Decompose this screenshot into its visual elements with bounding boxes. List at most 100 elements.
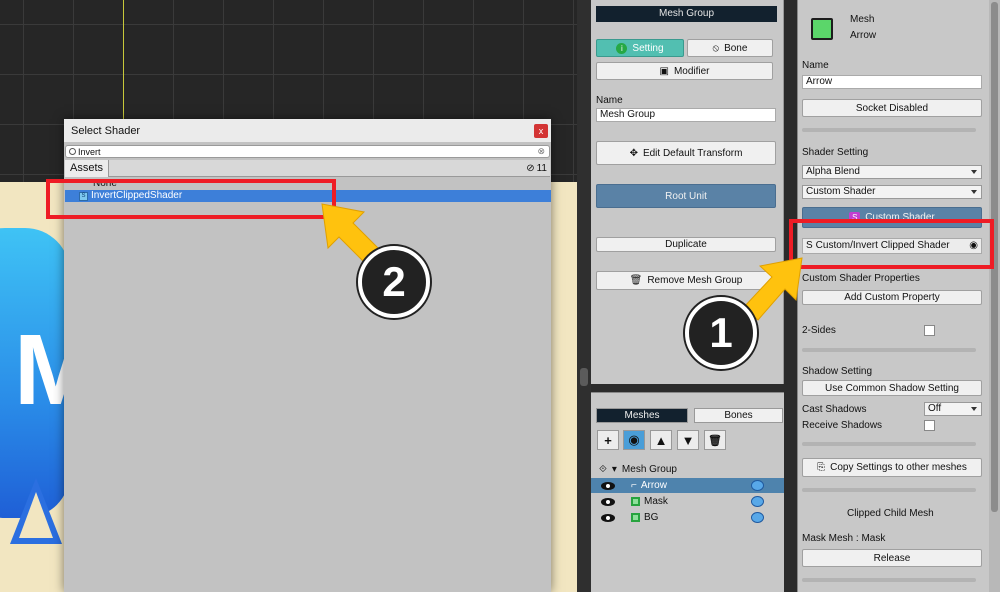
inspector-scrollbar[interactable] bbox=[989, 0, 1000, 592]
dialog-tabbar: Assets ⊘ 11 bbox=[65, 159, 550, 177]
splitter-grip[interactable] bbox=[580, 368, 588, 386]
root-unit-button[interactable]: Root Unit bbox=[596, 184, 776, 208]
mesh-list-panel: Meshes Bones + ◉ ▲ ▼ 🗑 ⟐ ▾ Mesh Group ⌐ … bbox=[591, 392, 784, 592]
socket-disabled-button[interactable]: Socket Disabled bbox=[802, 99, 982, 117]
chevron-down-icon bbox=[971, 170, 977, 174]
inspector-panel: Mesh Arrow Name Arrow Socket Disabled Sh… bbox=[797, 0, 989, 592]
tree-group-row[interactable]: ⟐ ▾ Mesh Group bbox=[591, 462, 784, 477]
hidden-count: 11 bbox=[536, 162, 547, 174]
remove-mesh-group-label: Remove Mesh Group bbox=[647, 275, 743, 286]
shader-setting-label: Shader Setting bbox=[802, 147, 869, 158]
step-1-callout: 1 bbox=[685, 297, 757, 369]
mesh-name: Mask bbox=[644, 496, 668, 507]
visibility-eye-icon[interactable] bbox=[601, 481, 615, 490]
copy-settings-label: Copy Settings to other meshes bbox=[830, 462, 967, 473]
chevron-down-icon bbox=[971, 407, 977, 411]
setting-tab-button[interactable]: i Setting bbox=[596, 39, 684, 57]
layer-icon[interactable]: ◉ bbox=[623, 430, 645, 450]
name-label: Name bbox=[802, 60, 829, 71]
arrow-mesh-icon: ⌐ bbox=[631, 480, 637, 491]
shader-search-input[interactable]: Invert ⊗ bbox=[65, 145, 550, 158]
object-type: Mesh bbox=[850, 14, 875, 25]
mesh-icon bbox=[631, 513, 640, 522]
shadow-setting-label: Shadow Setting bbox=[802, 366, 873, 377]
globe-icon[interactable] bbox=[751, 480, 764, 491]
custom-shader-properties-label: Custom Shader Properties bbox=[802, 273, 920, 284]
table-row[interactable]: BG bbox=[591, 510, 784, 525]
group-icon: ⟐ bbox=[599, 464, 607, 475]
bone-label: Bone bbox=[724, 42, 748, 54]
eye-slash-icon: ⊘ bbox=[526, 162, 535, 174]
trash-icon: 🗑 bbox=[629, 275, 643, 286]
globe-icon[interactable] bbox=[751, 512, 764, 523]
setting-label: Setting bbox=[632, 42, 664, 54]
expand-icon[interactable]: ▾ bbox=[612, 462, 617, 477]
move-down-icon[interactable]: ▼ bbox=[677, 430, 699, 450]
visibility-eye-icon[interactable] bbox=[601, 513, 615, 522]
highlight-box-shader-field bbox=[789, 219, 994, 269]
group-name: Mesh Group bbox=[621, 464, 677, 475]
transform-icon: ✥ bbox=[629, 147, 638, 159]
divider bbox=[802, 348, 976, 352]
two-sides-checkbox[interactable] bbox=[924, 325, 935, 336]
mesh-name-field[interactable]: Arrow bbox=[802, 75, 982, 89]
close-button[interactable]: x bbox=[534, 124, 548, 138]
search-value: Invert bbox=[78, 146, 101, 157]
highlight-box-shader-item bbox=[46, 179, 336, 219]
panel-splitter[interactable] bbox=[577, 0, 591, 592]
mesh-icon bbox=[631, 497, 640, 506]
bone-icon: ⦸ bbox=[712, 42, 720, 54]
step-2-callout: 2 bbox=[358, 246, 430, 318]
globe-icon[interactable] bbox=[751, 496, 764, 507]
add-icon[interactable]: + bbox=[597, 430, 619, 450]
bone-tab-button[interactable]: ⦸ Bone bbox=[687, 39, 773, 57]
chevron-down-icon bbox=[971, 190, 977, 194]
cast-shadows-value: Off bbox=[928, 403, 942, 414]
copy-settings-button[interactable]: ⎘ Copy Settings to other meshes bbox=[802, 458, 982, 477]
modifier-button[interactable]: ▣ Modifier bbox=[596, 62, 773, 80]
mesh-name: BG bbox=[644, 512, 659, 523]
duplicate-button[interactable]: Duplicate bbox=[596, 237, 776, 252]
receive-shadows-checkbox[interactable] bbox=[924, 420, 935, 431]
clear-search-icon[interactable]: ⊗ bbox=[537, 146, 545, 157]
move-up-icon[interactable]: ▲ bbox=[650, 430, 672, 450]
cast-shadows-dropdown[interactable]: Off bbox=[924, 402, 982, 416]
divider bbox=[802, 488, 976, 492]
mesh-group-name-field[interactable]: Mesh Group bbox=[596, 108, 776, 122]
shader-type-value: Custom Shader bbox=[806, 186, 876, 197]
blend-mode-dropdown[interactable]: Alpha Blend bbox=[802, 165, 982, 179]
receive-shadows-label: Receive Shadows bbox=[802, 420, 883, 431]
table-row[interactable]: ⌐ Arrow bbox=[591, 478, 784, 493]
shader-type-dropdown[interactable]: Custom Shader bbox=[802, 185, 982, 199]
table-row[interactable]: Mask bbox=[591, 494, 784, 509]
edit-default-transform-button[interactable]: ✥ Edit Default Transform bbox=[596, 141, 776, 165]
blend-mode-value: Alpha Blend bbox=[806, 166, 860, 177]
release-button[interactable]: Release bbox=[802, 549, 982, 567]
modifier-label: Modifier bbox=[673, 65, 710, 77]
dialog-titlebar[interactable]: Select Shader bbox=[64, 119, 551, 142]
cast-shadows-label: Cast Shadows bbox=[802, 404, 867, 415]
object-name: Arrow bbox=[850, 30, 877, 41]
clipped-child-label: Clipped Child Mesh bbox=[847, 508, 934, 519]
delete-icon[interactable]: 🗑 bbox=[704, 430, 726, 450]
edit-default-transform-label: Edit Default Transform bbox=[642, 147, 743, 159]
hidden-count-toggle[interactable]: ⊘ 11 bbox=[526, 163, 547, 174]
mesh-group-header: Mesh Group bbox=[596, 6, 777, 22]
info-icon: i bbox=[616, 42, 628, 54]
name-label: Name bbox=[596, 95, 623, 106]
character-arrow-art-inner bbox=[19, 492, 53, 538]
mask-mesh-label: Mask Mesh : Mask bbox=[802, 533, 886, 544]
use-common-shadow-button[interactable]: Use Common Shadow Setting bbox=[802, 380, 982, 396]
divider bbox=[802, 578, 976, 582]
modifier-icon: ▣ bbox=[659, 65, 669, 77]
mesh-icon bbox=[811, 18, 833, 40]
search-icon bbox=[69, 148, 76, 155]
visibility-eye-icon[interactable] bbox=[601, 497, 615, 506]
copy-icon: ⎘ bbox=[817, 462, 826, 473]
tab-meshes[interactable]: Meshes bbox=[596, 408, 688, 423]
tab-bones[interactable]: Bones bbox=[694, 408, 783, 423]
mesh-name: Arrow bbox=[640, 480, 667, 491]
add-custom-property-button[interactable]: Add Custom Property bbox=[802, 290, 982, 305]
divider bbox=[802, 442, 976, 446]
tab-assets[interactable]: Assets bbox=[65, 159, 110, 177]
